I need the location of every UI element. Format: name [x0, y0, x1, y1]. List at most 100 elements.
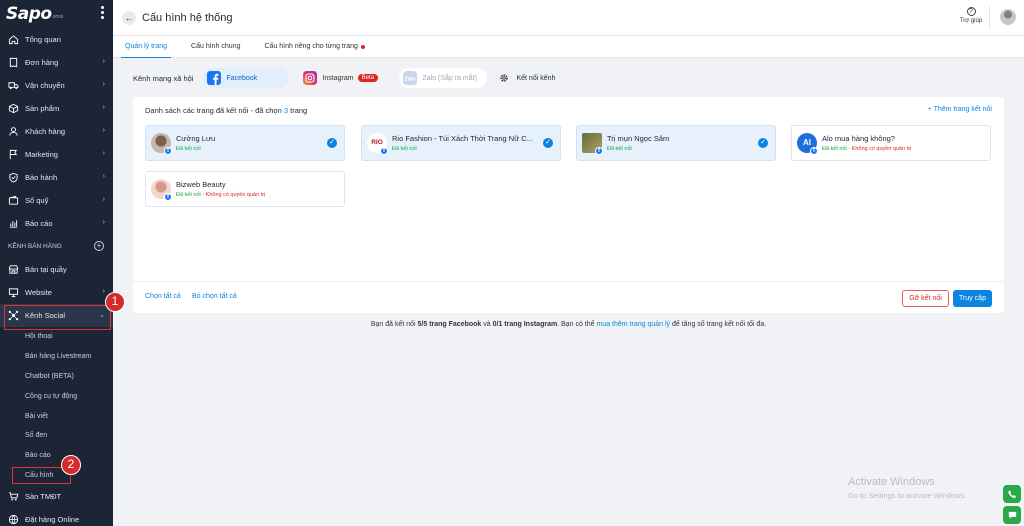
select-all-link[interactable]: Chọn tất cả [145, 293, 181, 300]
section-label: KÊNH BÁN HÀNG [8, 243, 62, 250]
gear-icon [497, 71, 511, 85]
question-icon: ? [966, 7, 976, 16]
sidebar-item-main-0[interactable]: Tổng quan [0, 28, 113, 51]
sidebar-subitem-3[interactable]: Công cụ tự động [0, 386, 113, 406]
sidebar-item-main-2[interactable]: Vận chuyển › [0, 74, 113, 97]
sidebar-subitem-0[interactable]: Hội thoại [0, 327, 113, 347]
chart-icon [8, 218, 19, 229]
chevron-right-icon: › [102, 196, 105, 203]
sidebar-item-kenh-social[interactable]: Kênh Social ⌄ [0, 304, 113, 327]
chevron-right-icon: › [102, 288, 105, 295]
sidebar-item-main-6[interactable]: Bảo hành › [0, 166, 113, 189]
channel-instagram[interactable]: Instagram Beta [299, 68, 390, 88]
sidebar-item-label: Marketing [25, 150, 58, 159]
tab-bar: Quản lý trang Cấu hình chung Cấu hình ri… [113, 36, 1024, 58]
sidebar-item-channel-0[interactable]: Bán tại quầy [0, 258, 113, 281]
sidebar-item-label: Bảo hành [25, 173, 58, 182]
more-menu-icon[interactable] [101, 6, 105, 19]
watermark-line2: Go to Settings to activate Windows. [848, 491, 967, 500]
channel-facebook[interactable]: Facebook [203, 68, 290, 88]
wallet-icon [8, 195, 19, 206]
watermark-line1: Activate Windows [848, 476, 935, 488]
page-card-tri-mun[interactable]: f Trị mụn Ngọc Sâm Đã kết nối ✓ [576, 125, 776, 161]
page-status: Đã kết nối - Không có quyền quản trị [822, 146, 911, 152]
sidebar-subitem-4[interactable]: Bài viết [0, 406, 113, 426]
chevron-down-icon: ⌄ [99, 312, 105, 319]
logo[interactable]: Sapo omni [0, 0, 113, 28]
connected-pages-card: Danh sách các trang đã kết nối - đã chọn… [133, 97, 1004, 313]
network-icon [8, 310, 19, 321]
page-status-text: Đã kết nối [607, 146, 632, 152]
sidebar-subitem-2[interactable]: Chatbot (BETA) [0, 367, 113, 387]
page-title: Cấu hình hệ thống [142, 11, 233, 24]
check-icon[interactable]: ✓ [758, 138, 768, 148]
connect-channel-label: Kết nối kênh [516, 74, 556, 82]
sidebar-subitem-1[interactable]: Bán hàng Livestream [0, 347, 113, 367]
disconnect-button[interactable]: Gỡ kết nối [902, 290, 949, 307]
user-icon [8, 126, 19, 137]
chevron-right-icon: › [102, 104, 105, 111]
info-prefix: Bạn đã kết nối [370, 321, 418, 328]
sidebar-item-bottom-1[interactable]: Đặt hàng Online [0, 508, 113, 526]
chat-icon[interactable] [1003, 506, 1021, 524]
avatar[interactable] [1000, 9, 1016, 25]
sidebar-item-main-7[interactable]: Sổ quỹ › [0, 189, 113, 212]
sidebar-item-label: Đặt hàng Online [25, 515, 80, 525]
chevron-right-icon: › [102, 81, 105, 88]
card-title-text: Danh sách các trang đã kết nối [145, 106, 249, 115]
sidebar-item-label: Sản phẩm [25, 104, 60, 113]
page-card-cuong-luu[interactable]: f Cường Lưu Đã kết nối ✓ [145, 125, 345, 161]
card-title-suffix: - đã chọn [248, 106, 284, 115]
card-footer: Chọn tất cả Bỏ chọn tất cả Gỡ kết nối Tr… [133, 281, 1004, 313]
selected-unit: trang [288, 106, 308, 115]
sidebar-subitem-5[interactable]: Sổ đen [0, 426, 113, 446]
page-card-bizweb-beauty[interactable]: f Bizweb Beauty Đã kết nối - Không có qu… [145, 171, 345, 207]
connection-info: Bạn đã kết nối 5/5 trang Facebook và 0/1… [113, 321, 1024, 328]
buy-more-link[interactable]: mua thêm trang quản lý [597, 321, 671, 328]
sidebar-item-channel-1[interactable]: Website › [0, 281, 113, 304]
page-card-rio-fashion[interactable]: RIO f Rio Fashion - Túi Xách Thời Trang … [361, 125, 561, 161]
tab-quan-ly-trang[interactable]: Quản lý trang [113, 36, 179, 58]
help-button[interactable]: ? Trợ giúp [958, 7, 984, 24]
page-name: Trị mụn Ngọc Sâm [607, 134, 670, 143]
sidebar-item-bottom-0[interactable]: Sàn TMĐT [0, 485, 113, 508]
sidebar-subitem-7[interactable]: Cấu hình [0, 466, 113, 486]
sidebar-item-main-1[interactable]: Đơn hàng › [0, 51, 113, 74]
page-warning-text: - Không có quyền quản trị [846, 146, 912, 152]
facebook-icon: f [164, 147, 172, 155]
deselect-all-link[interactable]: Bỏ chọn tất cả [192, 293, 237, 300]
add-channel-icon[interactable]: + [94, 241, 104, 251]
page-card-alo-mua-hang[interactable]: Al f Alo mua hàng không? Đã kết nối - Kh… [791, 125, 991, 161]
check-icon[interactable]: ✓ [327, 138, 337, 148]
page-status-text: Đã kết nối [176, 146, 201, 152]
sidebar-item-label: Đơn hàng [25, 58, 59, 67]
channel-zalo: Zalo Zalo (Sắp ra mắt) [399, 68, 488, 88]
help-label: Trợ giúp [959, 18, 983, 24]
page-status-text: Đã kết nối [392, 146, 417, 152]
tab-cau-hinh-chung[interactable]: Cấu hình chung [179, 36, 252, 57]
receipt-icon [8, 57, 19, 68]
check-icon[interactable]: ✓ [543, 138, 553, 148]
page-name: Bizweb Beauty [176, 180, 226, 189]
sidebar-item-main-5[interactable]: Marketing › [0, 143, 113, 166]
info-fb-count: 5/5 trang Facebook [417, 321, 482, 328]
tab-cau-hinh-rieng[interactable]: Cấu hình riêng cho từng trang [252, 36, 376, 57]
access-button[interactable]: Truy cập [953, 290, 992, 307]
sidebar-item-main-8[interactable]: Báo cáo › [0, 212, 113, 235]
tab-label: Cấu hình chung [191, 43, 241, 50]
phone-icon[interactable] [1003, 485, 1021, 503]
channel-instagram-label: Instagram [322, 74, 354, 82]
page-status-text: Đã kết nối [176, 192, 201, 198]
sidebar-item-label: Khách hàng [25, 127, 66, 136]
logo-text: Sapo [6, 4, 52, 24]
sidebar-item-main-4[interactable]: Khách hàng › [0, 120, 113, 143]
facebook-icon: f [595, 147, 603, 155]
back-arrow-icon[interactable]: ← [122, 10, 136, 25]
sidebar-subitem-6[interactable]: Báo cáo [0, 446, 113, 466]
sidebar-item-main-3[interactable]: Sản phẩm › [0, 97, 113, 120]
sidebar-item-label: Kênh Social [25, 311, 66, 320]
facebook-icon [207, 71, 222, 85]
channel-label: Kênh mạng xã hội [133, 73, 194, 83]
connect-channel-button[interactable]: Kết nối kênh [497, 68, 565, 88]
add-page-link[interactable]: + Thêm trang kết nối [928, 106, 992, 113]
